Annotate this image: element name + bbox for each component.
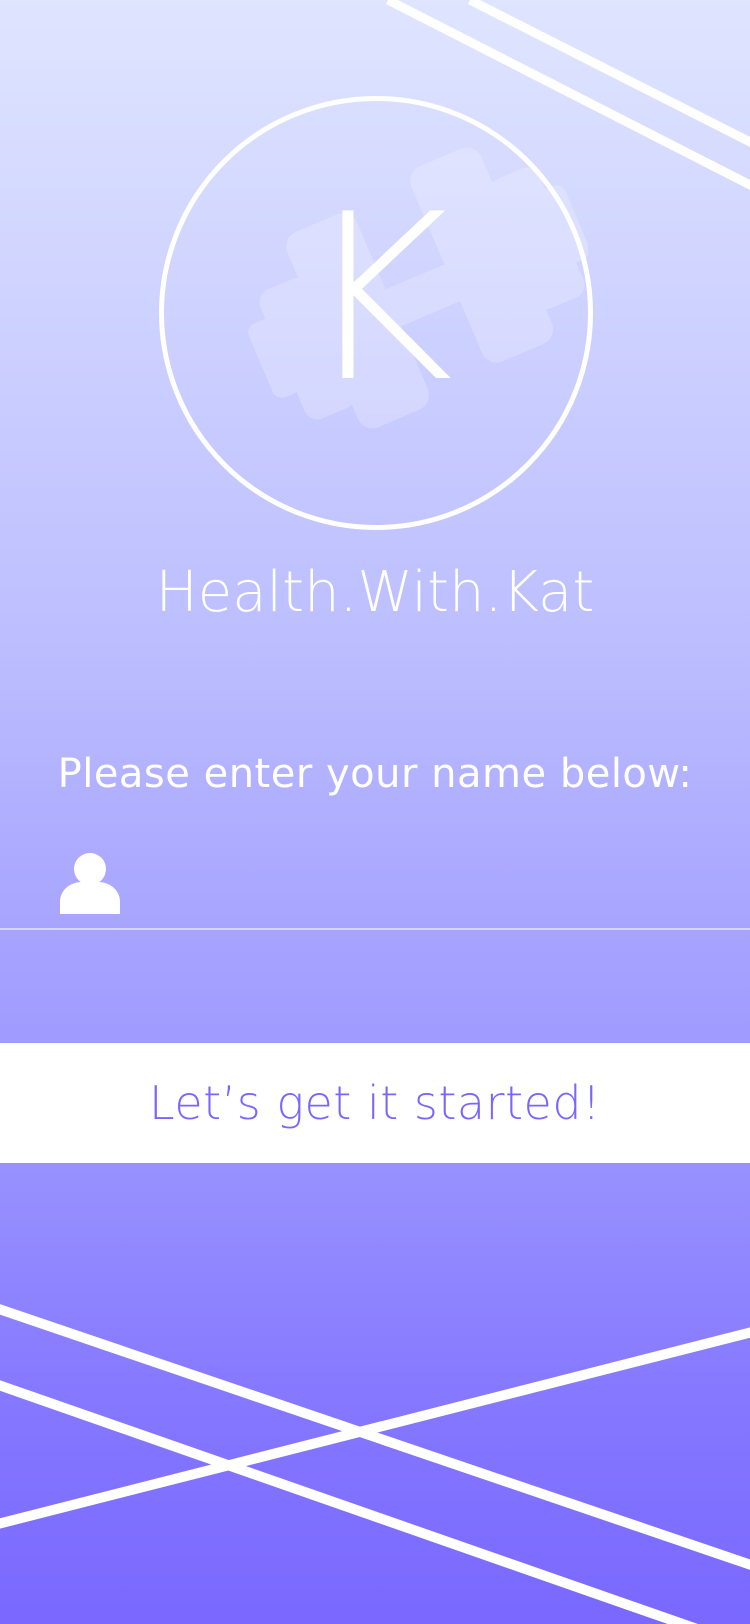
bottom-diagonal-line-1 [0, 1304, 750, 1570]
name-field[interactable] [0, 830, 750, 930]
app-title: Health.With.Kat [155, 560, 595, 625]
brand-logo: K [159, 96, 593, 530]
bottom-diagonal-line-2 [0, 1380, 698, 1624]
logo-letter: K [302, 166, 454, 433]
user-icon [60, 853, 120, 914]
name-input[interactable] [140, 850, 714, 912]
get-started-button[interactable]: Let’s get it started! [0, 1043, 750, 1163]
bottom-diagonal-line-3 [0, 1327, 750, 1529]
name-prompt: Please enter your name below: [57, 751, 693, 797]
